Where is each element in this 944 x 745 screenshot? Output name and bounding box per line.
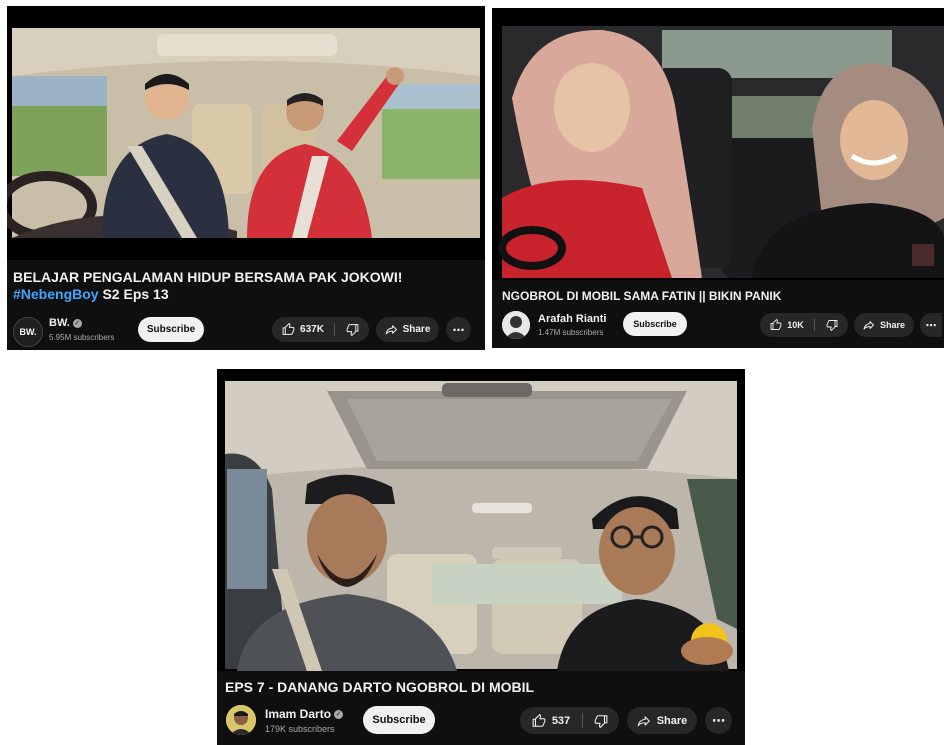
thumbs-down-icon [594,714,608,728]
verified-check-icon: ✓ [334,710,344,720]
subscriber-count: 5.95M subscribers [49,333,115,342]
channel-row: BW. BW. ✓ 5.95M subscribers Subscribe 637… [7,314,485,350]
channel-name[interactable]: Imam Darto ✓ [265,707,344,721]
more-dots-icon[interactable]: ⋯ [446,317,471,342]
share-label: Share [656,714,688,727]
channel-name-text: Imam Darto [265,707,332,721]
share-button[interactable]: Share [627,707,697,734]
share-button[interactable]: Share [854,313,914,337]
video-title[interactable]: BELAJAR PENGALAMAN HIDUP BERSAMA PAK JOK… [7,269,485,303]
like-button[interactable]: 637K [272,323,334,336]
channel-name-text: BW. [49,317,70,329]
like-button[interactable]: 10K [760,319,814,331]
subscriber-count: 1.47M subscribers [538,328,604,337]
video-card-3: EPS 7 - DANANG DARTO NGOBROL DI MOBIL Im… [217,369,745,745]
more-dots-icon[interactable]: ⋯ [920,313,942,337]
channel-avatar[interactable] [226,705,256,735]
thumbs-up-icon [532,713,546,727]
video-card-1: BELAJAR PENGALAMAN HIDUP BERSAMA PAK JOK… [7,6,485,350]
video-frame-3 [217,369,745,671]
channel-avatar[interactable]: BW. [13,317,43,347]
video-title-text: BELAJAR PENGALAMAN HIDUP BERSAMA PAK JOK… [13,269,403,285]
share-arrow-icon [385,325,397,335]
channel-name[interactable]: Arafah Rianti [538,313,606,325]
dislike-button[interactable] [335,323,369,336]
video-title[interactable]: EPS 7 - DANANG DARTO NGOBROL DI MOBIL [217,679,745,696]
video-player-3[interactable] [217,369,745,671]
more-dots-icon[interactable]: ⋯ [705,707,732,734]
channel-avatar[interactable] [502,311,530,339]
like-button[interactable]: 537 [520,713,582,728]
thumbs-up-icon [770,319,782,330]
dislike-button[interactable] [583,714,619,728]
video-frame-2 [492,8,944,280]
like-count: 10K [787,320,804,330]
dislike-button[interactable] [815,319,848,331]
avatar-face-icon [226,705,256,735]
share-label: Share [879,320,905,330]
thumbs-down-icon [346,324,358,336]
channel-name[interactable]: BW. ✓ [49,317,82,329]
subscribe-button[interactable]: Subscribe [623,312,687,336]
like-dislike-pill: 537 [520,707,619,734]
channel-row: Arafah Rianti 1.47M subscribers Subscrib… [492,309,944,345]
like-dislike-pill: 10K [760,313,848,337]
share-arrow-icon [637,715,650,726]
thumbs-down-icon [826,320,837,331]
video-card-2: NGOBROL DI MOBIL SAMA FATIN || BIKIN PAN… [492,8,944,348]
subscribe-button[interactable]: Subscribe [363,706,435,734]
video-player-1[interactable] [7,6,485,260]
share-arrow-icon [863,321,874,330]
video-title-episode: S2 Eps 13 [98,286,169,303]
share-label: Share [402,324,431,335]
avatar-logo-text: BW. [19,327,37,337]
share-button[interactable]: Share [376,317,439,342]
video-player-2[interactable] [492,8,944,280]
channel-row: Imam Darto ✓ 179K subscribers Subscribe 5… [217,704,745,740]
verified-check-icon: ✓ [72,318,82,328]
video-frame-1 [7,6,485,260]
like-dislike-pill: 637K [272,317,369,342]
like-count: 637K [300,324,324,335]
subscribe-button[interactable]: Subscribe [138,317,204,342]
video-title[interactable]: NGOBROL DI MOBIL SAMA FATIN || BIKIN PAN… [492,289,944,304]
subscriber-count: 179K subscribers [265,724,335,734]
like-count: 537 [551,714,571,727]
thumbs-up-icon [282,323,295,335]
hashtag-link[interactable]: #NebengBoy [13,286,99,302]
avatar-silhouette-icon [502,311,530,339]
